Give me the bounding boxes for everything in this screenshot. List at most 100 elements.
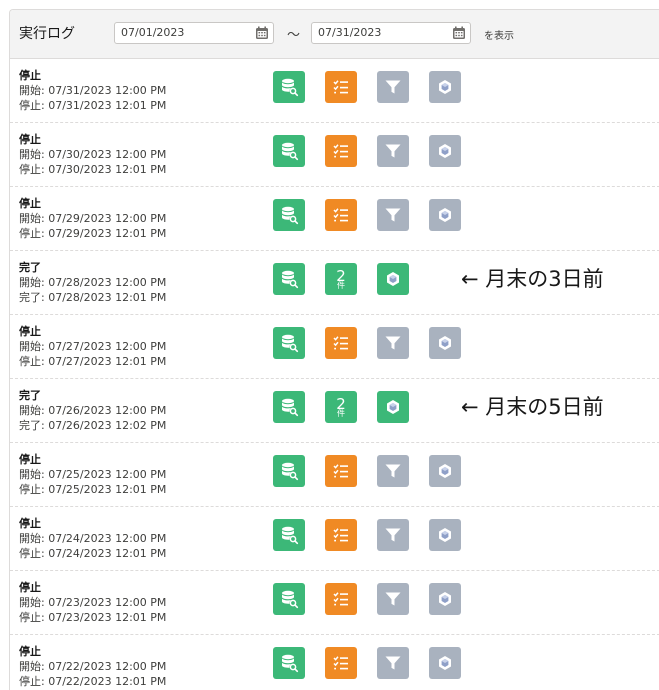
object-button[interactable] [429, 135, 461, 167]
database-search-icon [279, 653, 299, 673]
filter-icon [383, 461, 403, 481]
query-search-button[interactable] [273, 519, 305, 551]
filter-button[interactable] [377, 519, 409, 551]
checklist-icon [331, 461, 351, 481]
date-to-value: 07/31/2023 [318, 26, 382, 39]
log-row: 停止 開始: 07/22/2023 12:00 PM 停止: 07/22/202… [10, 635, 659, 690]
run-status: 停止 [19, 453, 41, 466]
filter-button[interactable] [377, 455, 409, 487]
checklist-button[interactable] [325, 455, 357, 487]
run-end-time: 完了: 07/28/2023 12:01 PM [19, 291, 167, 304]
filter-icon [383, 525, 403, 545]
checklist-button[interactable] [325, 519, 357, 551]
object-button[interactable] [429, 519, 461, 551]
run-status: 停止 [19, 325, 41, 338]
query-search-button[interactable] [273, 135, 305, 167]
query-search-button[interactable] [273, 391, 305, 423]
run-end-time: 停止: 07/30/2023 12:01 PM [19, 163, 167, 176]
record-count-button[interactable]: 2件 [325, 391, 357, 423]
date-to-input[interactable]: 07/31/2023 [311, 22, 471, 44]
query-search-button[interactable] [273, 71, 305, 103]
run-start-time: 開始: 07/28/2023 12:00 PM [19, 276, 167, 289]
object-button[interactable] [429, 199, 461, 231]
query-search-button[interactable] [273, 583, 305, 615]
database-search-icon [279, 269, 299, 289]
run-status: 停止 [19, 197, 41, 210]
run-end-time: 停止: 07/27/2023 12:01 PM [19, 355, 167, 368]
log-row: 停止 開始: 07/27/2023 12:00 PM 停止: 07/27/202… [10, 315, 659, 379]
run-end-time: 停止: 07/22/2023 12:01 PM [19, 675, 167, 688]
checklist-icon [331, 589, 351, 609]
query-search-button[interactable] [273, 647, 305, 679]
run-start-time: 開始: 07/26/2023 12:00 PM [19, 404, 167, 417]
filter-button[interactable] [377, 135, 409, 167]
checklist-icon [331, 141, 351, 161]
checklist-button[interactable] [325, 647, 357, 679]
run-end-time: 停止: 07/29/2023 12:01 PM [19, 227, 167, 240]
object-button[interactable] [429, 71, 461, 103]
object-button[interactable] [377, 263, 409, 295]
filter-button[interactable] [377, 199, 409, 231]
filter-button[interactable] [377, 647, 409, 679]
record-count-unit: 件 [336, 281, 345, 290]
filter-button[interactable] [377, 327, 409, 359]
checklist-icon [331, 653, 351, 673]
calendar-icon[interactable] [255, 26, 269, 40]
run-status: 停止 [19, 645, 41, 658]
run-end-time: 停止: 07/24/2023 12:01 PM [19, 547, 167, 560]
record-count-badge: 2件 [336, 396, 346, 418]
checklist-button[interactable] [325, 583, 357, 615]
object-button[interactable] [429, 583, 461, 615]
query-search-button[interactable] [273, 199, 305, 231]
object-button[interactable] [429, 455, 461, 487]
query-search-button[interactable] [273, 455, 305, 487]
record-count-button[interactable]: 2件 [325, 263, 357, 295]
log-row: 完了 開始: 07/26/2023 12:00 PM 完了: 07/26/202… [10, 379, 659, 443]
hexagon-icon [383, 397, 403, 417]
hexagon-icon [435, 589, 455, 609]
log-row: 停止 開始: 07/29/2023 12:00 PM 停止: 07/29/202… [10, 187, 659, 251]
record-count-unit: 件 [336, 409, 345, 418]
object-button[interactable] [377, 391, 409, 423]
run-start-time: 開始: 07/29/2023 12:00 PM [19, 212, 167, 225]
checklist-button[interactable] [325, 199, 357, 231]
checklist-button[interactable] [325, 327, 357, 359]
query-search-button[interactable] [273, 263, 305, 295]
database-search-icon [279, 205, 299, 225]
checklist-button[interactable] [325, 135, 357, 167]
filter-button[interactable] [377, 71, 409, 103]
log-row: 停止 開始: 07/23/2023 12:00 PM 停止: 07/23/202… [10, 571, 659, 635]
run-start-time: 開始: 07/25/2023 12:00 PM [19, 468, 167, 481]
run-start-time: 開始: 07/24/2023 12:00 PM [19, 532, 167, 545]
hexagon-icon [435, 525, 455, 545]
database-search-icon [279, 461, 299, 481]
database-search-icon [279, 141, 299, 161]
query-search-button[interactable] [273, 327, 305, 359]
log-row: 停止 開始: 07/30/2023 12:00 PM 停止: 07/30/202… [10, 123, 659, 187]
run-start-time: 開始: 07/22/2023 12:00 PM [19, 660, 167, 673]
hexagon-icon [383, 269, 403, 289]
database-search-icon [279, 525, 299, 545]
filter-icon [383, 333, 403, 353]
run-status: 停止 [19, 581, 41, 594]
checklist-icon [331, 333, 351, 353]
run-start-time: 開始: 07/31/2023 12:00 PM [19, 84, 167, 97]
filter-icon [383, 589, 403, 609]
run-status: 停止 [19, 69, 41, 82]
filter-icon [383, 653, 403, 673]
object-button[interactable] [429, 327, 461, 359]
checklist-button[interactable] [325, 71, 357, 103]
date-range-separator: ～ [287, 28, 301, 43]
checklist-icon [331, 525, 351, 545]
date-from-input[interactable]: 07/01/2023 [114, 22, 274, 44]
calendar-icon[interactable] [452, 26, 466, 40]
log-row: 停止 開始: 07/24/2023 12:00 PM 停止: 07/24/202… [10, 507, 659, 571]
database-search-icon [279, 397, 299, 417]
hexagon-icon [435, 77, 455, 97]
execution-log-panel: 実行ログ 07/01/2023 ～ 07/31/2023 を表示 停止 開始: … [9, 9, 659, 690]
hexagon-icon [435, 333, 455, 353]
object-button[interactable] [429, 647, 461, 679]
filter-button[interactable] [377, 583, 409, 615]
run-start-time: 開始: 07/30/2023 12:00 PM [19, 148, 167, 161]
run-start-time: 開始: 07/27/2023 12:00 PM [19, 340, 167, 353]
